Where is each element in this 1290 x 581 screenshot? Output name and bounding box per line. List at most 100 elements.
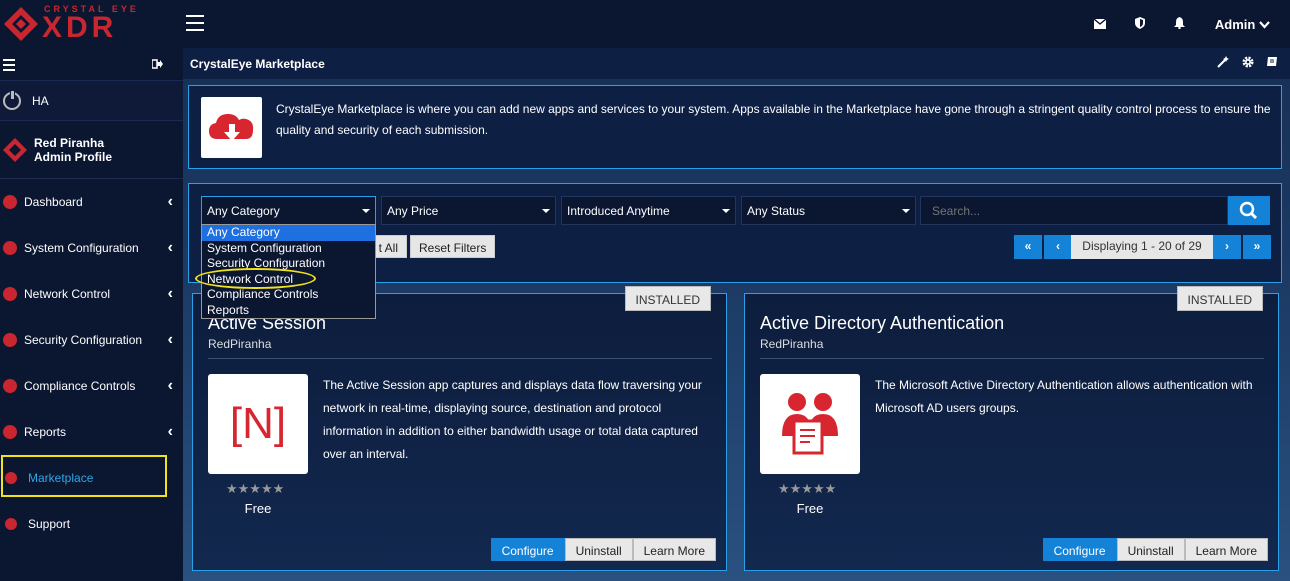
support-icon xyxy=(5,518,17,530)
rating-stars: ★★★★★ xyxy=(226,481,285,496)
chevron-left-icon: ‹ xyxy=(167,423,173,440)
app-logo[interactable] xyxy=(760,374,860,474)
book-icon[interactable] xyxy=(1266,57,1278,71)
app-author: RedPiranha xyxy=(760,337,824,351)
uninstall-button[interactable]: Uninstall xyxy=(1116,538,1185,561)
divider xyxy=(760,358,1264,359)
sidebar-item-label: Compliance Controls xyxy=(24,379,136,393)
sidebar-item-label: Reports xyxy=(24,425,67,439)
dropdown-option[interactable]: System Configuration xyxy=(202,241,375,257)
prev-page-button[interactable]: ‹ xyxy=(1044,235,1072,259)
caret-down-icon xyxy=(722,209,730,213)
category-select[interactable]: Any Category xyxy=(201,196,376,225)
app-logo-text: [N] xyxy=(229,399,287,448)
reset-filters-button[interactable]: Reset Filters xyxy=(410,235,496,258)
info-text: CrystalEye Marketplace is where you can … xyxy=(276,102,1271,137)
sidebar-item-system-configuration[interactable]: System Configuration ‹ xyxy=(0,225,183,271)
first-page-button[interactable]: « xyxy=(1014,235,1042,259)
network-control-highlight xyxy=(195,268,316,289)
menu-icon[interactable] xyxy=(186,15,204,31)
status-badge: INSTALLED xyxy=(1176,286,1263,311)
sidebar-item-label: Security Configuration xyxy=(24,333,143,347)
uninstall-button[interactable]: Uninstall xyxy=(564,538,633,561)
sidebar-toggle-icon[interactable] xyxy=(3,59,15,74)
bell-icon[interactable] xyxy=(1160,16,1200,32)
user-menu[interactable]: Admin xyxy=(1200,17,1290,32)
shield-icon[interactable] xyxy=(1120,16,1160,32)
sidebar-item-support[interactable]: Support xyxy=(0,501,183,547)
search-icon xyxy=(1239,201,1258,220)
dropdown-option[interactable]: Reports xyxy=(202,303,375,319)
sidebar-header xyxy=(0,48,183,81)
learn-more-button[interactable]: Learn More xyxy=(1184,538,1268,561)
chevron-left-icon: ‹ xyxy=(167,285,173,302)
cloud-download-icon xyxy=(201,97,262,158)
chevron-left-icon: ‹ xyxy=(167,193,173,210)
sidebar-item-label: Dashboard xyxy=(24,195,83,209)
chevron-down-icon xyxy=(1259,20,1270,29)
search-input[interactable] xyxy=(920,196,1228,225)
dropdown-option[interactable]: Compliance Controls xyxy=(202,287,375,303)
rating-stars: ★★★★★ xyxy=(778,481,837,496)
status-select[interactable]: Any Status xyxy=(741,196,916,225)
magic-wand-icon[interactable] xyxy=(1217,56,1232,71)
gauge-icon xyxy=(3,379,17,393)
sidebar-item-label: Network Control xyxy=(24,287,111,301)
caret-down-icon xyxy=(542,209,550,213)
sidebar-item-label: HA xyxy=(32,93,49,108)
profile-role: Admin Profile xyxy=(34,149,113,164)
power-icon xyxy=(3,89,21,110)
info-panel: CrystalEye Marketplace is where you can … xyxy=(188,85,1282,169)
sidebar-item-ha[interactable]: HA xyxy=(0,81,183,121)
users-icon xyxy=(782,393,838,455)
dropdown-option[interactable]: Any Category xyxy=(202,225,375,241)
chevron-left-icon: ‹ xyxy=(167,377,173,394)
learn-more-button[interactable]: Learn More xyxy=(632,538,716,561)
home-icon xyxy=(3,241,17,255)
reports-icon xyxy=(3,425,17,439)
gear-icon[interactable] xyxy=(1242,56,1257,71)
avatar xyxy=(3,137,27,162)
logo[interactable]: CRYSTAL EYE XDR xyxy=(0,0,183,48)
pagination-info: Displaying 1 - 20 of 29 xyxy=(1071,235,1213,259)
app-price: Free xyxy=(796,501,824,516)
app-card: INSTALLED Active Directory Authenticatio… xyxy=(744,286,1279,571)
app-author: RedPiranha xyxy=(208,337,272,351)
dashboard-icon xyxy=(3,195,17,209)
chevron-left-icon: ‹ xyxy=(167,239,173,256)
user-name: Admin xyxy=(1214,16,1256,32)
divider xyxy=(208,358,712,359)
sidebar-item-network-control[interactable]: Network Control ‹ xyxy=(0,271,183,317)
price-select[interactable]: Any Price xyxy=(381,196,556,225)
mail-icon[interactable] xyxy=(1080,17,1120,32)
last-page-button[interactable]: » xyxy=(1243,235,1271,259)
sidebar-item-label: System Configuration xyxy=(24,241,139,255)
app-logo[interactable]: [N] xyxy=(208,374,308,474)
configure-button[interactable]: Configure xyxy=(1042,538,1117,561)
pagination: « ‹ Displaying 1 - 20 of 29 › » xyxy=(1014,235,1272,259)
status-badge: INSTALLED xyxy=(624,286,711,311)
brand-name: XDR xyxy=(42,11,118,44)
app-title[interactable]: Active Directory Authentication xyxy=(760,313,1004,334)
chevron-left-icon: ‹ xyxy=(167,331,173,348)
sidebar-item-reports[interactable]: Reports ‹ xyxy=(0,409,183,455)
caret-down-icon xyxy=(362,209,370,213)
top-icons: Admin xyxy=(1080,0,1290,48)
logout-icon[interactable] xyxy=(151,58,163,72)
breadcrumb: CrystalEye Marketplace xyxy=(183,48,1290,79)
app-price: Free xyxy=(244,501,272,516)
sidebar: HA Red Piranha Admin Profile Dashboard ‹ … xyxy=(0,48,183,581)
page-title: CrystalEye Marketplace xyxy=(190,57,325,71)
sidebar-item-compliance-controls[interactable]: Compliance Controls ‹ xyxy=(0,363,183,409)
configure-button[interactable]: Configure xyxy=(490,538,565,561)
search-button[interactable] xyxy=(1228,196,1270,225)
next-page-button[interactable]: › xyxy=(1213,235,1241,259)
profile[interactable]: Red Piranha Admin Profile xyxy=(0,121,183,179)
caret-down-icon xyxy=(902,209,910,213)
sidebar-item-label: Support xyxy=(28,517,71,531)
top-bar: CRYSTAL EYE XDR Admin xyxy=(0,0,1290,48)
sidebar-item-dashboard[interactable]: Dashboard ‹ xyxy=(0,179,183,225)
introduced-select[interactable]: Introduced Anytime xyxy=(561,196,736,225)
app-card: INSTALLED Active Session RedPiranha [N] … xyxy=(192,286,727,571)
sidebar-item-security-configuration[interactable]: Security Configuration ‹ xyxy=(0,317,183,363)
